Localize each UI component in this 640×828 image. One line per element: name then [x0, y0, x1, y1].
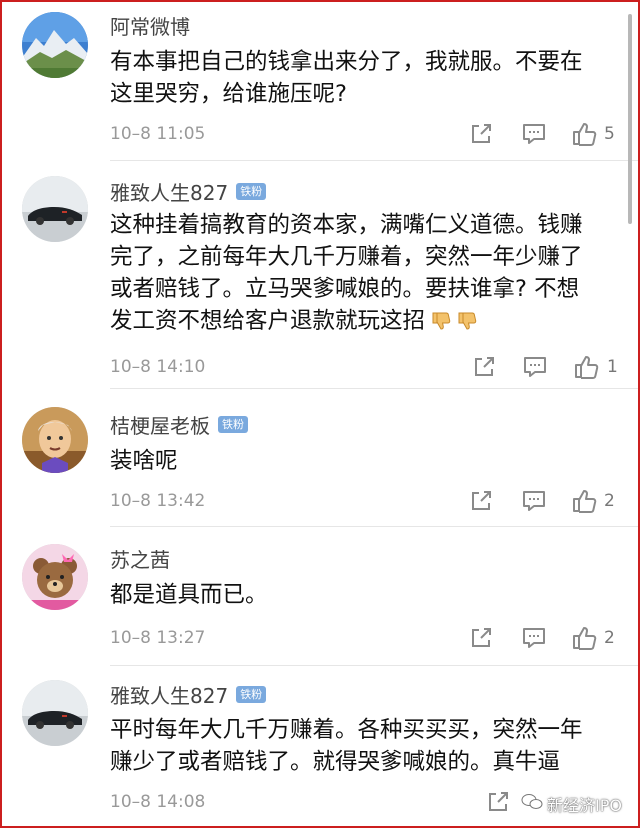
timestamp: 10–8 14:08	[110, 792, 206, 812]
name-row: 雅致人生827 铁粉	[110, 679, 267, 709]
username[interactable]: 阿常微博	[110, 11, 190, 40]
name-row: 阿常微博	[110, 10, 190, 40]
fan-badge: 铁粉	[236, 685, 267, 703]
comment-line: 这里哭穷，给谁施压呢?	[110, 81, 347, 107]
username[interactable]: 苏之茜	[110, 544, 170, 573]
comment-line: 装啥呢	[110, 448, 178, 474]
comment-line: 赚少了或者赔钱了。就得哭爹喊娘的。真牛逼	[110, 749, 561, 775]
comment-text: 这种挂着搞教育的资本家，满嘴仁义道德。钱赚 完了，之前每年大几千万赚着，突然一年…	[110, 209, 610, 337]
car-avatar-image	[22, 176, 88, 242]
like-icon[interactable]	[572, 353, 600, 381]
username[interactable]: 雅致人生827	[110, 177, 228, 206]
avatar[interactable]	[22, 12, 88, 78]
comment-icon[interactable]	[521, 353, 549, 381]
comment-icon[interactable]	[520, 120, 548, 148]
name-row: 桔梗屋老板 铁粉	[110, 409, 248, 439]
share-icon[interactable]	[467, 624, 495, 652]
comment-line: 有本事把自己的钱拿出来分了，我就服。不要在	[110, 49, 583, 75]
share-icon[interactable]	[467, 487, 495, 515]
name-row: 雅致人生827 铁粉	[110, 176, 267, 206]
timestamp: 10–8 13:42	[110, 491, 206, 511]
comment-meta: 10–8 13:27 2	[110, 624, 628, 654]
share-icon[interactable]	[484, 788, 512, 816]
scrollbar[interactable]	[628, 14, 632, 224]
comment-line: 平时每年大几千万赚着。各种买买买，突然一年	[110, 717, 583, 743]
car-avatar-image	[22, 680, 88, 746]
bear-avatar-image	[22, 544, 88, 610]
share-icon[interactable]	[467, 120, 495, 148]
timestamp: 10–8 14:10	[110, 357, 206, 377]
comment-meta: 10–8 13:42 2	[110, 487, 628, 517]
username[interactable]: 桔梗屋老板	[110, 410, 210, 439]
avatar[interactable]	[22, 680, 88, 746]
comment-line: 发工资不想给客户退款就玩这招	[110, 305, 610, 337]
like-count: 5	[604, 124, 615, 144]
username[interactable]: 雅致人生827	[110, 680, 228, 709]
comment-line: 完了，之前每年大几千万赚着，突然一年少赚了	[110, 244, 583, 270]
timestamp: 10–8 13:27	[110, 628, 206, 648]
watermark: 新经济IPO	[521, 792, 622, 816]
wechat-icon	[521, 793, 543, 815]
avatar[interactable]	[22, 176, 88, 242]
comment-icon[interactable]	[520, 624, 548, 652]
like-count: 2	[604, 628, 615, 648]
comment-line: 这种挂着搞教育的资本家，满嘴仁义道德。钱赚	[110, 212, 583, 238]
thumbs-down-icon	[455, 309, 477, 331]
comment-text: 平时每年大几千万赚着。各种买买买，突然一年 赚少了或者赔钱了。就得哭爹喊娘的。真…	[110, 714, 610, 778]
comment-item: 苏之茜 都是道具而已。 10–8 13:27 2	[0, 527, 640, 665]
comment-text: 装啥呢	[110, 445, 610, 477]
comment-meta: 10–8 11:05 5	[110, 120, 628, 150]
comment-text: 有本事把自己的钱拿出来分了，我就服。不要在 这里哭穷，给谁施压呢?	[110, 46, 610, 110]
avatar[interactable]	[22, 544, 88, 610]
comment-text: 都是道具而已。	[110, 579, 610, 611]
comment-item: 雅致人生827 铁粉 这种挂着搞教育的资本家，满嘴仁义道德。钱赚 完了，之前每年…	[0, 161, 640, 388]
comment-line: 都是道具而已。	[110, 582, 268, 608]
like-count: 1	[607, 357, 618, 377]
like-icon[interactable]	[570, 624, 598, 652]
fan-badge: 铁粉	[218, 415, 248, 433]
avatar[interactable]	[22, 407, 88, 473]
mountain-avatar-image	[22, 12, 88, 78]
cartoon-avatar-image	[22, 407, 88, 473]
timestamp: 10–8 11:05	[110, 124, 206, 144]
comment-item: 桔梗屋老板 铁粉 装啥呢 10–8 13:42 2	[0, 389, 640, 526]
like-icon[interactable]	[570, 120, 598, 148]
comment-item: 阿常微博 有本事把自己的钱拿出来分了，我就服。不要在 这里哭穷，给谁施压呢? 1…	[0, 0, 640, 160]
thumbs-down-icon	[429, 309, 451, 331]
comment-icon[interactable]	[520, 487, 548, 515]
like-count: 2	[604, 491, 615, 511]
comment-line: 或者赔钱了。立马哭爹喊娘的。要扶谁拿? 不想	[110, 276, 580, 302]
watermark-text: 新经济IPO	[547, 796, 622, 815]
fan-badge: 铁粉	[236, 182, 267, 200]
comment-meta: 10–8 14:10 1	[110, 353, 628, 383]
share-icon[interactable]	[470, 353, 498, 381]
name-row: 苏之茜	[110, 543, 170, 573]
like-icon[interactable]	[570, 487, 598, 515]
